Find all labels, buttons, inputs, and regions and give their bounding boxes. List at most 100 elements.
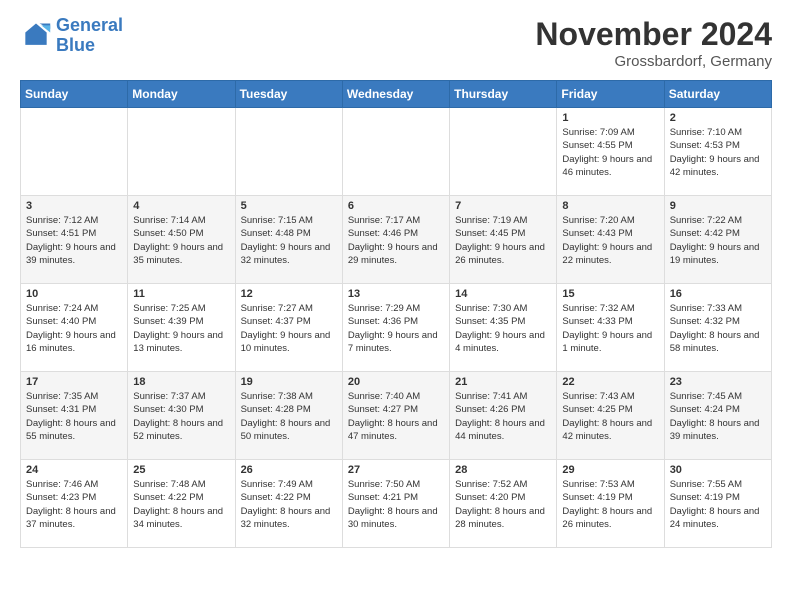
calendar-cell: 14Sunrise: 7:30 AM Sunset: 4:35 PM Dayli… [450,284,557,372]
calendar-cell [235,108,342,196]
day-info: Sunrise: 7:27 AM Sunset: 4:37 PM Dayligh… [241,302,337,355]
day-info: Sunrise: 7:41 AM Sunset: 4:26 PM Dayligh… [455,390,551,443]
day-number: 11 [133,288,229,300]
calendar-cell: 4 Sunrise: 7:14 AM Sunset: 4:50 PM Daylig… [128,196,235,284]
header-monday: Monday [128,81,235,108]
day-number: 7 [455,200,551,212]
calendar-cell: 29 Sunrise: 7:53 AM Sunset: 4:19 PM Dayli… [557,460,664,548]
calendar-cell: 8 Sunrise: 7:20 AM Sunset: 4:43 PM Daylig… [557,196,664,284]
calendar-table: Sunday Monday Tuesday Wednesday Thursday… [20,80,772,548]
calendar-cell: 16Sunrise: 7:33 AM Sunset: 4:32 PM Dayli… [664,284,771,372]
day-number: 9 [670,200,766,212]
calendar-week-4: 17Sunrise: 7:35 AM Sunset: 4:31 PM Dayli… [21,372,772,460]
day-number: 24 [26,464,122,476]
calendar-week-1: 1 Sunrise: 7:09 AM Sunset: 4:55 PM Daylig… [21,108,772,196]
day-info: Sunrise: 7:43 AM Sunset: 4:25 PM Dayligh… [562,390,658,443]
day-info: Sunrise: 7:48 AM Sunset: 4:22 PM Dayligh… [133,478,229,531]
day-number: 21 [455,376,551,388]
logo-text: General Blue [56,16,123,56]
day-info: Sunrise: 7:15 AM Sunset: 4:48 PM Dayligh… [241,214,337,267]
calendar-cell: 25 Sunrise: 7:48 AM Sunset: 4:22 PM Dayli… [128,460,235,548]
day-info: Sunrise: 7:32 AM Sunset: 4:33 PM Dayligh… [562,302,658,355]
header-row: Sunday Monday Tuesday Wednesday Thursday… [21,81,772,108]
day-info: Sunrise: 7:45 AM Sunset: 4:24 PM Dayligh… [670,390,766,443]
day-number: 15 [562,288,658,300]
day-number: 12 [241,288,337,300]
logo: General Blue [20,16,123,56]
day-number: 8 [562,200,658,212]
header-wednesday: Wednesday [342,81,449,108]
day-info: Sunrise: 7:14 AM Sunset: 4:50 PM Dayligh… [133,214,229,267]
calendar-cell: 19 Sunrise: 7:38 AM Sunset: 4:28 PM Dayli… [235,372,342,460]
header-thursday: Thursday [450,81,557,108]
calendar-cell: 13 Sunrise: 7:29 AM Sunset: 4:36 PM Dayli… [342,284,449,372]
day-info: Sunrise: 7:52 AM Sunset: 4:20 PM Dayligh… [455,478,551,531]
calendar-cell: 9Sunrise: 7:22 AM Sunset: 4:42 PM Daylig… [664,196,771,284]
day-number: 29 [562,464,658,476]
calendar-cell: 26 Sunrise: 7:49 AM Sunset: 4:22 PM Dayli… [235,460,342,548]
day-number: 1 [562,112,658,124]
day-number: 6 [348,200,444,212]
header-tuesday: Tuesday [235,81,342,108]
calendar-week-3: 10 Sunrise: 7:24 AM Sunset: 4:40 PM Dayli… [21,284,772,372]
day-info: Sunrise: 7:49 AM Sunset: 4:22 PM Dayligh… [241,478,337,531]
day-info: Sunrise: 7:55 AM Sunset: 4:19 PM Dayligh… [670,478,766,531]
day-number: 13 [348,288,444,300]
logo-line1: General [56,15,123,35]
day-number: 28 [455,464,551,476]
calendar-cell [450,108,557,196]
calendar-cell: 5 Sunrise: 7:15 AM Sunset: 4:48 PM Daylig… [235,196,342,284]
header: General Blue November 2024 Grossbardorf,… [20,16,772,70]
calendar-cell: 30Sunrise: 7:55 AM Sunset: 4:19 PM Dayli… [664,460,771,548]
day-number: 5 [241,200,337,212]
day-number: 26 [241,464,337,476]
calendar-cell: 18Sunrise: 7:37 AM Sunset: 4:30 PM Dayli… [128,372,235,460]
day-info: Sunrise: 7:10 AM Sunset: 4:53 PM Dayligh… [670,126,766,179]
day-info: Sunrise: 7:33 AM Sunset: 4:32 PM Dayligh… [670,302,766,355]
day-info: Sunrise: 7:38 AM Sunset: 4:28 PM Dayligh… [241,390,337,443]
calendar-cell: 20Sunrise: 7:40 AM Sunset: 4:27 PM Dayli… [342,372,449,460]
calendar-cell: 22Sunrise: 7:43 AM Sunset: 4:25 PM Dayli… [557,372,664,460]
day-info: Sunrise: 7:29 AM Sunset: 4:36 PM Dayligh… [348,302,444,355]
day-number: 3 [26,200,122,212]
day-info: Sunrise: 7:53 AM Sunset: 4:19 PM Dayligh… [562,478,658,531]
day-number: 19 [241,376,337,388]
day-number: 10 [26,288,122,300]
day-info: Sunrise: 7:19 AM Sunset: 4:45 PM Dayligh… [455,214,551,267]
calendar-cell: 1 Sunrise: 7:09 AM Sunset: 4:55 PM Daylig… [557,108,664,196]
calendar-cell: 21 Sunrise: 7:41 AM Sunset: 4:26 PM Dayli… [450,372,557,460]
day-info: Sunrise: 7:46 AM Sunset: 4:23 PM Dayligh… [26,478,122,531]
calendar-cell: 3 Sunrise: 7:12 AM Sunset: 4:51 PM Daylig… [21,196,128,284]
day-info: Sunrise: 7:24 AM Sunset: 4:40 PM Dayligh… [26,302,122,355]
header-friday: Friday [557,81,664,108]
calendar-subtitle: Grossbardorf, Germany [535,53,772,70]
day-number: 2 [670,112,766,124]
day-number: 25 [133,464,229,476]
day-info: Sunrise: 7:09 AM Sunset: 4:55 PM Dayligh… [562,126,658,179]
calendar-cell: 28 Sunrise: 7:52 AM Sunset: 4:20 PM Dayli… [450,460,557,548]
calendar-cell [342,108,449,196]
calendar-cell: 27 Sunrise: 7:50 AM Sunset: 4:21 PM Dayli… [342,460,449,548]
day-number: 23 [670,376,766,388]
calendar-title: November 2024 [535,16,772,53]
day-info: Sunrise: 7:30 AM Sunset: 4:35 PM Dayligh… [455,302,551,355]
header-sunday: Sunday [21,81,128,108]
day-info: Sunrise: 7:35 AM Sunset: 4:31 PM Dayligh… [26,390,122,443]
calendar-cell: 7 Sunrise: 7:19 AM Sunset: 4:45 PM Daylig… [450,196,557,284]
calendar-cell: 11 Sunrise: 7:25 AM Sunset: 4:39 PM Dayli… [128,284,235,372]
header-saturday: Saturday [664,81,771,108]
day-info: Sunrise: 7:25 AM Sunset: 4:39 PM Dayligh… [133,302,229,355]
day-info: Sunrise: 7:40 AM Sunset: 4:27 PM Dayligh… [348,390,444,443]
day-info: Sunrise: 7:37 AM Sunset: 4:30 PM Dayligh… [133,390,229,443]
logo-line2: Blue [56,35,95,55]
calendar-week-2: 3 Sunrise: 7:12 AM Sunset: 4:51 PM Daylig… [21,196,772,284]
calendar-cell: 15 Sunrise: 7:32 AM Sunset: 4:33 PM Dayli… [557,284,664,372]
calendar-cell: 12 Sunrise: 7:27 AM Sunset: 4:37 PM Dayli… [235,284,342,372]
day-number: 4 [133,200,229,212]
day-number: 27 [348,464,444,476]
calendar-cell [21,108,128,196]
calendar-cell: 23 Sunrise: 7:45 AM Sunset: 4:24 PM Dayli… [664,372,771,460]
day-info: Sunrise: 7:50 AM Sunset: 4:21 PM Dayligh… [348,478,444,531]
day-info: Sunrise: 7:20 AM Sunset: 4:43 PM Dayligh… [562,214,658,267]
day-info: Sunrise: 7:12 AM Sunset: 4:51 PM Dayligh… [26,214,122,267]
